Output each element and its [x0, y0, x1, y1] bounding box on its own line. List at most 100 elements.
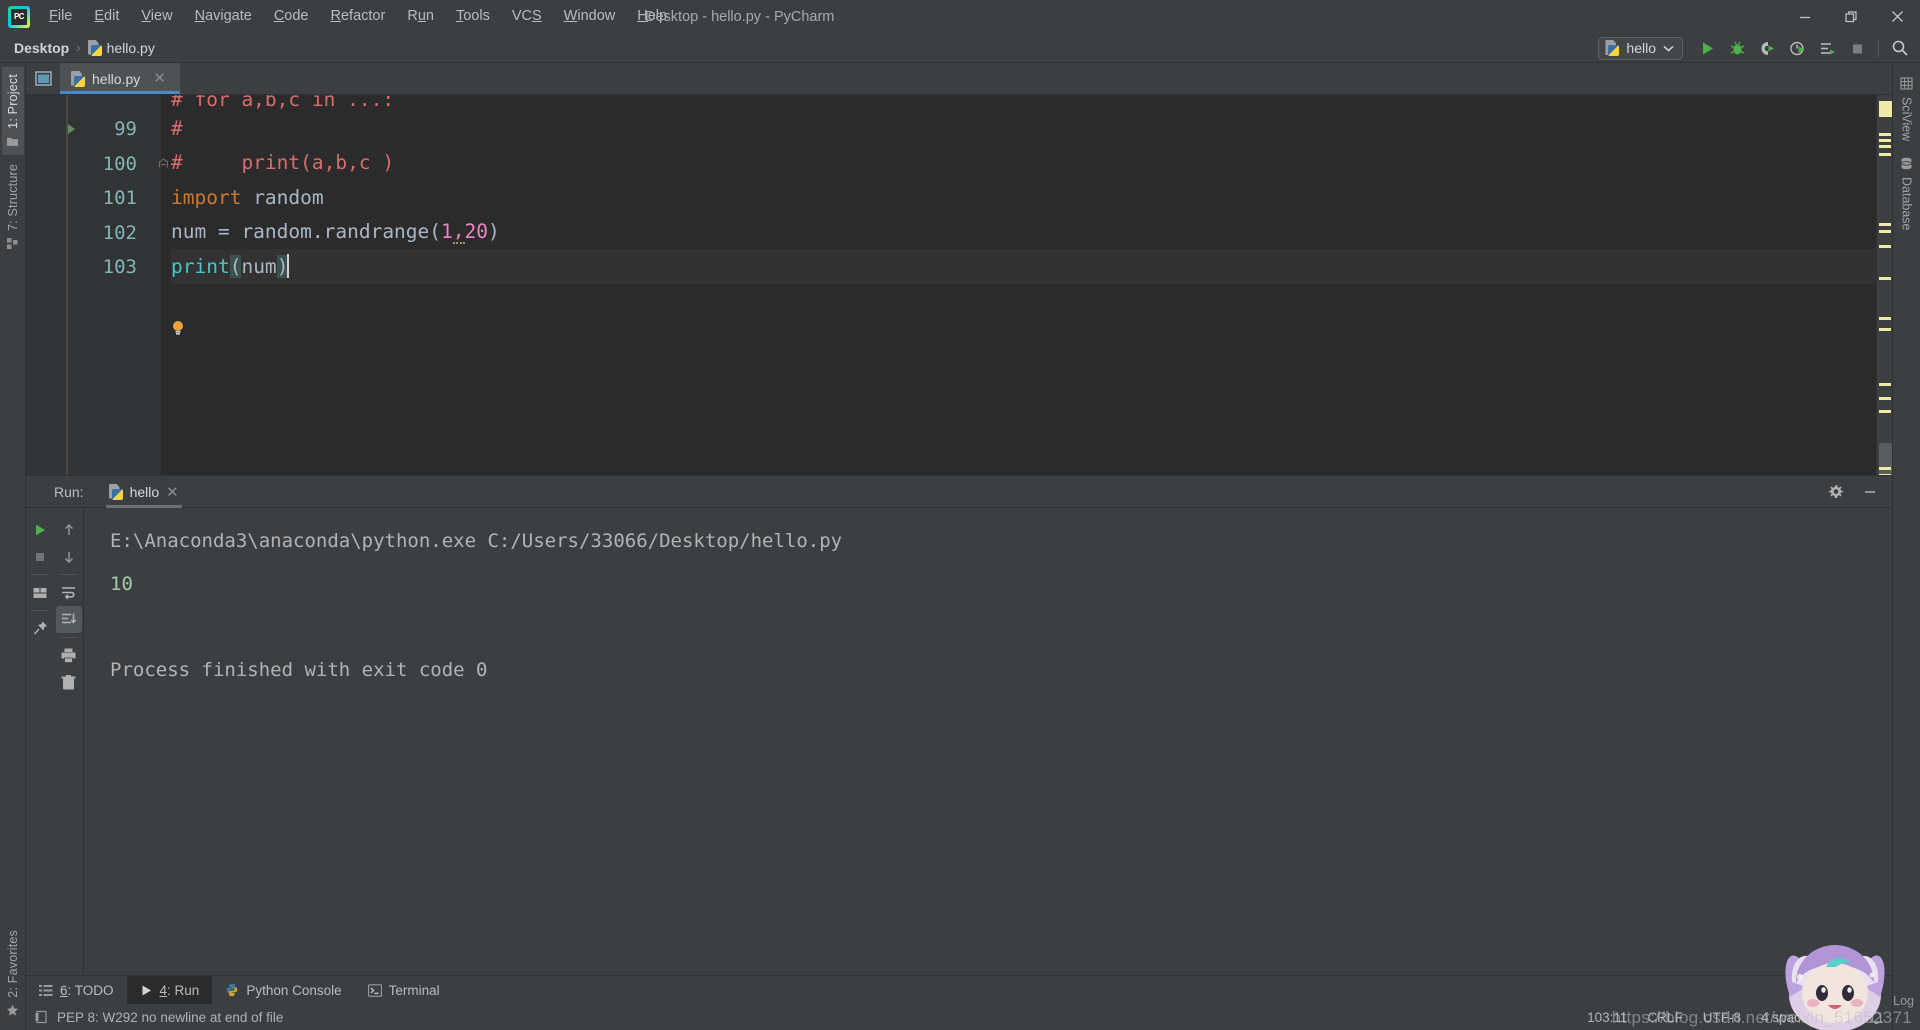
- gear-icon: [1829, 485, 1843, 498]
- run-with-console-button[interactable]: [1813, 35, 1841, 61]
- editor-and-run-column: hello.py ✕ 99 100 101 102 103 # for a,b,…: [26, 63, 1892, 1030]
- editor-scrollbar-thumb[interactable]: [1879, 443, 1892, 475]
- scroll-to-end-button[interactable]: [55, 606, 82, 633]
- stop-button[interactable]: [27, 543, 53, 570]
- marker-warning[interactable]: [1879, 397, 1891, 400]
- sidebar-item-favorites[interactable]: 2: Favorites: [2, 923, 24, 1024]
- run-window-header-buttons: [1822, 476, 1884, 508]
- close-icon[interactable]: ✕: [166, 483, 179, 501]
- sidebar-item-structure[interactable]: 7: Structure: [2, 157, 24, 257]
- unlock-icon[interactable]: [1835, 1010, 1849, 1025]
- clear-all-button[interactable]: [56, 669, 82, 696]
- editor-marker-bar[interactable]: [1876, 95, 1892, 475]
- code-editor[interactable]: 99 100 101 102 103 # for a,b,c in ...: #…: [26, 95, 1892, 475]
- caret-position[interactable]: 103:11: [1587, 1010, 1627, 1025]
- stop-button[interactable]: [1843, 35, 1871, 61]
- menu-tools[interactable]: Tools: [445, 4, 501, 29]
- marker-warning[interactable]: [1879, 467, 1891, 470]
- layout-button[interactable]: [27, 579, 53, 606]
- tab-todo[interactable]: 6: TODO: [26, 976, 127, 1004]
- intention-bulb-icon[interactable]: [171, 320, 185, 336]
- marker-warning[interactable]: [1879, 145, 1891, 148]
- editor-gutter[interactable]: 99 100 101 102 103: [26, 95, 169, 475]
- menu-edit[interactable]: Edit: [83, 4, 130, 29]
- run-line-marker-icon[interactable]: [68, 124, 75, 135]
- indent-setting[interactable]: 4 spaces: [1761, 1010, 1815, 1025]
- hide-window-button[interactable]: [1856, 479, 1884, 505]
- text-caret: [287, 254, 290, 279]
- minimize-button[interactable]: [1782, 0, 1828, 33]
- run-coverage-button[interactable]: [1753, 35, 1781, 61]
- menu-refactor[interactable]: Refactor: [320, 4, 397, 29]
- console-command-line: E:\Anaconda3\anaconda\python.exe C:/User…: [110, 530, 843, 552]
- menu-window[interactable]: Window: [553, 4, 627, 29]
- debug-button[interactable]: [1723, 35, 1751, 61]
- marker-warning[interactable]: [1879, 245, 1891, 248]
- down-stacktrace-button[interactable]: [56, 543, 82, 570]
- soft-wrap-button[interactable]: [56, 579, 82, 606]
- tab-terminal[interactable]: Terminal: [355, 976, 453, 1004]
- run-console-output[interactable]: E:\Anaconda3\anaconda\python.exe C:/User…: [84, 508, 1892, 975]
- window-controls: [1782, 0, 1920, 33]
- divider: [59, 637, 78, 638]
- arrow-up-icon: [64, 523, 73, 535]
- code-token-comment: # for a,b,c in ...:: [171, 95, 395, 111]
- run-configuration-selector[interactable]: hello: [1598, 36, 1683, 60]
- sidebar-item-sciview[interactable]: SciView: [1895, 69, 1919, 149]
- toggle-panel-button[interactable]: [26, 63, 60, 94]
- python-console-icon: [227, 983, 238, 997]
- settings-button[interactable]: [1822, 479, 1850, 505]
- marker-warning[interactable]: [1879, 230, 1891, 233]
- profile-button[interactable]: [1783, 35, 1811, 61]
- marker-warning[interactable]: [1879, 383, 1891, 386]
- pin-tab-button[interactable]: [27, 615, 53, 642]
- marker-warning[interactable]: [1879, 277, 1891, 280]
- rerun-button[interactable]: [27, 516, 53, 543]
- code-text-area[interactable]: # for a,b,c in ...: # # print(a,b,c ) im…: [161, 95, 1876, 475]
- chevron-down-icon: [1663, 45, 1674, 52]
- breadcrumb-item-hello-py[interactable]: hello.py: [84, 38, 159, 58]
- run-tab-hello[interactable]: hello ✕: [100, 476, 188, 508]
- close-button[interactable]: [1874, 0, 1920, 33]
- marker-warning[interactable]: [1879, 317, 1891, 320]
- menu-file[interactable]: File: [38, 4, 83, 29]
- marker-warning[interactable]: [1879, 101, 1892, 117]
- tab-run[interactable]: 4: Run: [126, 976, 213, 1004]
- breadcrumb-item-desktop[interactable]: Desktop: [10, 38, 73, 58]
- file-encoding[interactable]: UTF-8: [1703, 1010, 1741, 1025]
- marker-warning[interactable]: [1879, 328, 1891, 331]
- menu-run[interactable]: Run: [396, 4, 445, 29]
- up-stacktrace-button[interactable]: [56, 516, 82, 543]
- line-number: 103: [102, 256, 137, 279]
- marker-warning[interactable]: [1879, 410, 1891, 413]
- search-everywhere-button[interactable]: [1886, 35, 1914, 61]
- breadcrumb-separator: ›: [76, 40, 81, 55]
- print-button[interactable]: [56, 642, 82, 669]
- menu-code[interactable]: Code: [263, 4, 320, 29]
- scroll-end-icon: [62, 613, 77, 624]
- profiler-icon: [1789, 41, 1804, 55]
- gutter-line-partial: [26, 95, 161, 112]
- run-button[interactable]: [1693, 35, 1721, 61]
- marker-warning[interactable]: [1879, 223, 1891, 226]
- menu-view[interactable]: View: [130, 4, 183, 29]
- sidebar-label: 7: Structure: [5, 163, 20, 231]
- notification-icon[interactable]: [1869, 1010, 1884, 1025]
- menu-vcs[interactable]: VCS: [501, 4, 553, 29]
- marker-warning[interactable]: [1879, 133, 1891, 136]
- log-label[interactable]: Log: [1893, 994, 1914, 1008]
- close-icon[interactable]: ✕: [153, 71, 166, 86]
- line-separator[interactable]: CRLF: [1647, 1010, 1682, 1025]
- tab-python-console[interactable]: Python Console: [212, 976, 354, 1004]
- maximize-button[interactable]: [1828, 0, 1874, 33]
- marker-warning[interactable]: [1879, 153, 1891, 156]
- menu-navigate[interactable]: Navigate: [184, 4, 263, 29]
- marker-warning[interactable]: [1879, 474, 1891, 475]
- main-body: 1: Project 7: Structure 2: Favorites hel…: [0, 63, 1920, 1030]
- run-icon: [142, 985, 151, 995]
- sidebar-item-project[interactable]: 1: Project: [1, 67, 24, 155]
- toggle-panel-icon: [34, 71, 52, 86]
- sidebar-item-database[interactable]: Database: [1895, 149, 1919, 239]
- marker-warning[interactable]: [1879, 139, 1891, 142]
- editor-tab-hello-py[interactable]: hello.py ✕: [60, 63, 180, 94]
